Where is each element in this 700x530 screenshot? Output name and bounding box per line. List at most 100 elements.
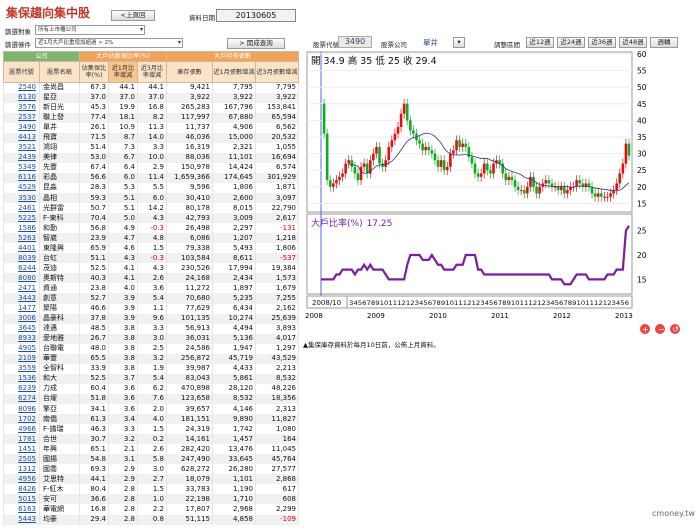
table-row[interactable]: 8426 F-紅木 80.4 2.8 1.5 33,783 1,190 617 [3, 484, 300, 495]
stock-code-link[interactable]: 5015 [3, 494, 40, 505]
stock-code-link[interactable]: 8096 [3, 404, 40, 415]
table-row[interactable]: 8039 台虹 51.1 4.3 -0.3 103,584 8,611 -537 [3, 253, 300, 264]
table-row[interactable]: 1312 國喬 69.3 2.9 3.0 628,272 26,280 27,577 [3, 464, 300, 475]
period-button-36w[interactable]: 近36週 [588, 37, 616, 48]
stock-code-link[interactable]: 1702 [3, 414, 40, 425]
stock-code-link[interactable]: 1312 [3, 464, 40, 475]
period-button-48w[interactable]: 近48週 [619, 37, 647, 48]
table-row[interactable]: 1536 和大 52.5 3.7 5.4 83,043 5,861 8,532 [3, 373, 300, 384]
stock-code-link[interactable]: 3530 [3, 193, 40, 204]
col-header-ratio-3m[interactable]: 近3月比率增減 [137, 61, 167, 83]
period-button-12w[interactable]: 近12週 [526, 37, 554, 48]
col-header-name[interactable]: 股票名稱 [39, 61, 80, 83]
query-button[interactable]: > 開成查詢 [227, 38, 285, 49]
stock-code-link[interactable]: 1451 [3, 444, 40, 455]
stock-code-link[interactable]: 1781 [3, 434, 40, 445]
col-header-shares[interactable]: 庫存張數 [166, 61, 213, 83]
stock-code-link[interactable]: 6244 [3, 263, 40, 274]
table-row[interactable]: 6116 彩晶 56.6 6.0 11.4 1,659,366 174,645 301,929 [3, 172, 300, 183]
stock-code-input[interactable]: 3490 [338, 36, 372, 48]
stock-code-link[interactable]: 8039 [3, 253, 40, 264]
stock-code-link[interactable]: 1477 [3, 303, 40, 314]
stock-code-link[interactable]: 8080 [3, 273, 40, 284]
table-row[interactable]: 1477 聚陽 46.6 3.9 1.1 77,629 6,434 2,162 [3, 303, 300, 314]
stock-code-link[interactable]: 6163 [3, 504, 40, 515]
stock-code-link[interactable]: 6239 [3, 383, 40, 394]
stock-code-link[interactable]: 3645 [3, 323, 40, 334]
stock-code-link[interactable]: 6116 [3, 172, 40, 183]
col-header-code[interactable]: 股票代號 [3, 61, 40, 83]
table-row[interactable]: 8096 擎亞 34.1 3.6 2.0 39,657 4,146 2,313 [3, 404, 300, 415]
table-row[interactable]: 3645 達邁 48.5 3.8 3.3 56,913 4,494 3,893 [3, 323, 300, 334]
stock-code-link[interactable]: 3490 [3, 122, 40, 133]
table-row[interactable]: 4905 台聯電 48.0 3.8 2.5 24,586 1,947 1,297 [3, 343, 300, 354]
dropdown-arrow-button[interactable]: ▾ [453, 37, 465, 48]
stock-code-link[interactable]: 3576 [3, 102, 40, 113]
table-row[interactable]: 2505 國揚 54.8 3.1 5.8 247,490 33,645 45,764 [3, 454, 300, 465]
stock-code-link[interactable]: 2505 [3, 454, 40, 465]
stock-code-link[interactable]: 4401 [3, 243, 40, 254]
stock-code-link[interactable]: 3521 [3, 142, 40, 153]
stock-code-link[interactable]: 1586 [3, 223, 40, 234]
table-row[interactable]: 1781 合世 30.7 3.2 0.2 14,161 1,457 164 [3, 434, 300, 445]
table-row[interactable]: 2471 資通 23.8 4.0 3.6 11,272 1,897 1,679 [3, 283, 300, 294]
table-row[interactable]: 5263 智崴 23.9 4.7 4.8 6,086 1,207 1,218 [3, 233, 300, 244]
prev-page-button[interactable]: <上頁回 [111, 10, 155, 21]
table-row[interactable]: 3559 全智科 33.9 3.8 1.9 39,987 4,433 2,213 [3, 363, 300, 374]
table-row[interactable]: 1586 和勤 56.8 4.9 -0.3 26,498 2,297 -131 [3, 223, 300, 234]
table-row[interactable]: 4956 艾思特 44.1 2.9 2.7 18,079 1,101 2,868 [3, 474, 300, 485]
table-row[interactable]: 2439 美律 53.0 6.7 10.0 88,036 11,101 16,694 [3, 152, 300, 163]
period-button-24w[interactable]: 近24週 [557, 37, 585, 48]
table-row[interactable]: 5443 均豪 29.4 2.8 0.8 51,115 4,858 -109 [3, 514, 300, 525]
stock-code-link[interactable]: 2109 [3, 353, 40, 364]
stock-code-link[interactable]: 1536 [3, 373, 40, 384]
stock-code-link[interactable]: 8426 [3, 484, 40, 495]
table-row[interactable]: 4966 F-譜瑞 46.3 3.3 1.5 24,319 1,742 1,080 [3, 424, 300, 435]
table-row[interactable]: 6163 華電網 16.8 2.8 2.2 17,807 2,968 2,299 [3, 504, 300, 515]
stock-code-link[interactable]: 2537 [3, 112, 40, 123]
table-row[interactable]: 8080 奧斯特 40.3 4.1 2.6 24,168 2,434 1,573 [3, 273, 300, 284]
stock-code-link[interactable]: 3443 [3, 293, 40, 304]
stock-chart[interactable]: 開 34.9 高 35 低 25 收 29.4 大戶比率(%) 17.25 60 5… [303, 50, 695, 340]
col-header-shares-1m[interactable]: 近1月張數增減 [212, 61, 256, 83]
stock-code-link[interactable]: 5263 [3, 233, 40, 244]
table-row[interactable]: 3490 單井 26.1 10.9 11.3 11,737 4,906 6,562 [3, 122, 300, 133]
stock-code-link[interactable]: 4529 [3, 182, 40, 194]
table-row[interactable]: 6239 力成 60.4 3.6 6.2 470,898 28,120 48,226 [3, 383, 300, 394]
stock-code-link[interactable]: 2461 [3, 203, 40, 214]
stock-code-link[interactable]: 8933 [3, 333, 40, 344]
table-row[interactable]: 8933 愛地雅 26.7 3.8 3.0 36,031 5,136 4,017 [3, 333, 300, 344]
col-header-ratio-1m[interactable]: 近1月比率增減 [108, 61, 138, 83]
table-row[interactable]: 5015 安可 36.6 2.8 1.0 22,198 1,710 608 [3, 494, 300, 505]
table-row[interactable]: 3530 晶相 59.3 5.1 6.0 30,410 2,600 3,097 [3, 193, 300, 204]
table-row[interactable]: 3006 晶豪科 37.8 3.9 9.6 101,135 10,274 25,639 [3, 313, 300, 324]
table-row[interactable]: 1451 年興 65.1 2.1 2.6 282,420 13,476 11,045 [3, 444, 300, 455]
table-row[interactable]: 2461 光群雷 50.7 5.1 14.2 80,178 8,015 22,790 [3, 203, 300, 214]
stock-code-link[interactable]: 4905 [3, 343, 40, 354]
period-button-turnover[interactable]: 週轉 [650, 37, 678, 48]
table-row[interactable]: 2537 聯上發 77.4 18.1 8.2 117,997 67,880 65,594 [3, 112, 300, 123]
table-row[interactable]: 6244 茂迪 52.5 4.1 4.3 230,526 17,994 19,384 [3, 263, 300, 274]
table-row[interactable]: 2109 華豐 65.5 3.8 3.2 256,872 45,719 43,529 [3, 353, 300, 364]
stock-code-link[interactable]: 4966 [3, 424, 40, 435]
filter-cond-select[interactable]: 近1月大戶比重增加超過 > 2% ▾ [35, 38, 183, 48]
table-row[interactable]: 1702 南僑 61.3 3.4 4.0 181,151 9,890 11,827 [3, 414, 300, 425]
table-row[interactable]: 3443 創意 52.7 3.9 5.4 70,680 5,235 7,255 [3, 293, 300, 304]
stock-code-link[interactable]: 3559 [3, 363, 40, 374]
stock-code-link[interactable]: 5443 [3, 514, 40, 525]
stock-code-link[interactable]: 6130 [3, 92, 40, 103]
table-row[interactable]: 3576 新日光 45.3 19.9 16.8 265,283 167,796 153,841 [3, 102, 300, 113]
table-row[interactable]: 6274 台燿 51.8 3.6 7.6 123,658 8,532 18,356 [3, 393, 300, 404]
col-header-ratio[interactable]: 佔集保比率(%) [79, 61, 109, 83]
stock-code-link[interactable]: 6274 [3, 393, 40, 404]
stock-code-link[interactable]: 5349 [3, 162, 40, 173]
stock-code-link[interactable]: 2471 [3, 283, 40, 294]
table-row[interactable]: 4401 東隆興 65.9 4.6 1.5 79,338 5,493 1,806 [3, 243, 300, 254]
filter-target-select[interactable]: 所有上市櫃公司 ▾ [35, 25, 145, 35]
stock-code-link[interactable]: 2439 [3, 152, 40, 163]
stock-code-link[interactable]: 4956 [3, 474, 40, 485]
stock-code-link[interactable]: 3006 [3, 313, 40, 324]
table-row[interactable]: 4413 飛寶 71.5 8.7 14.0 46,036 15,000 20,532 [3, 132, 300, 143]
table-row[interactable]: 3521 鴻翊 51.4 7.3 3.3 16,319 2,321 1,055 [3, 142, 300, 153]
table-row[interactable]: 2540 金尚昌 67.3 44.1 44.1 9,421 7,795 7,795 [3, 82, 300, 93]
